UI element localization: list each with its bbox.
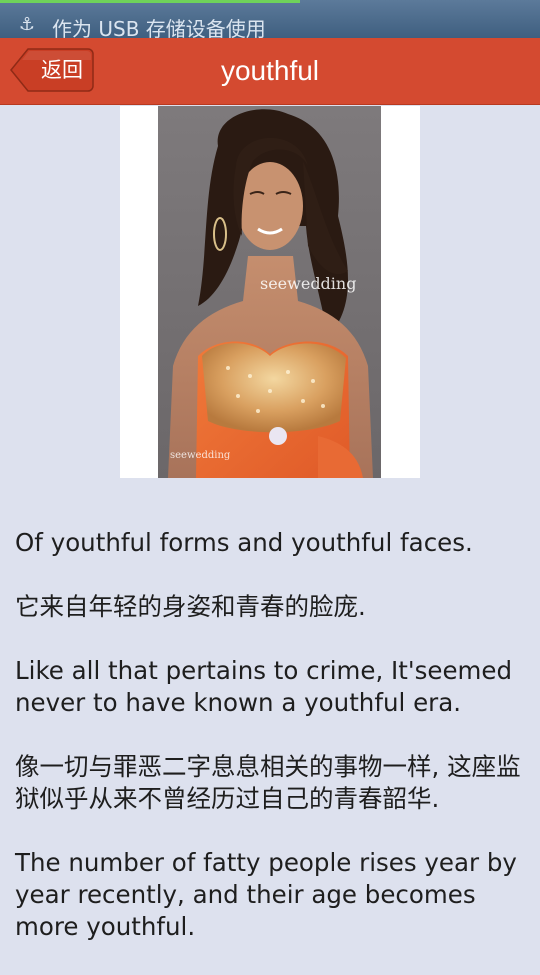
status-notification-text: 作为 USB 存储设备使用: [52, 17, 266, 38]
sentence-zh-2: 像一切与罪恶二字息息相关的事物一样, 这座监狱似乎从来不曾经历过自己的青春韶华.: [15, 752, 521, 813]
photo: seewedding seewedding: [158, 106, 381, 478]
title-bar: 返回 youthful: [0, 38, 540, 105]
usb-icon: ⚓: [18, 14, 36, 35]
sentence-en-3: The number of fatty people rises year by…: [15, 848, 517, 941]
image-watermark: seewedding: [260, 274, 357, 293]
article-image: seewedding seewedding: [120, 106, 420, 478]
status-progress-indicator: [0, 0, 300, 3]
sentence-zh-1: 它来自年轻的身姿和青春的脸庞.: [15, 592, 366, 621]
page-title: youthful: [220, 55, 320, 86]
sentence-en-1: Of youthful forms and youthful faces.: [15, 528, 473, 557]
example-sentences: Of youthful forms and youthful faces. 它来…: [15, 527, 530, 975]
sentence-en-2: Like all that pertains to crime, It'seem…: [15, 656, 513, 717]
image-corner-mark: seewedding: [170, 450, 231, 461]
status-bar: ⚓ 作为 USB 存储设备使用: [0, 0, 540, 38]
